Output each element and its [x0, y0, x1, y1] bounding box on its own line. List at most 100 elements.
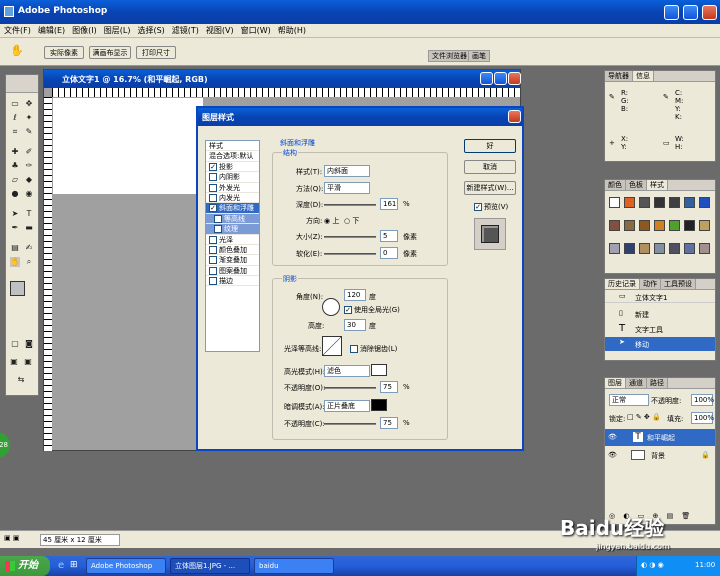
zoom-tool-icon[interactable]: ⌕: [24, 257, 34, 267]
full-screen-mode-icon[interactable]: ▣: [23, 357, 33, 367]
soften-input[interactable]: 0: [380, 247, 398, 259]
pen-tool-icon[interactable]: ✒: [10, 223, 20, 233]
blur-tool-icon[interactable]: ●: [10, 189, 20, 199]
tab-actions[interactable]: 动作: [640, 279, 661, 289]
minimize-button[interactable]: [664, 5, 679, 20]
style-item-contour[interactable]: 等高线: [206, 213, 259, 225]
eyedropper-icon[interactable]: ✍: [24, 243, 34, 253]
texture-checkbox[interactable]: [214, 225, 222, 234]
antialias-checkbox[interactable]: 消除锯齿(L): [350, 344, 397, 354]
style-item-stroke[interactable]: 描边: [206, 276, 259, 287]
angle-dial[interactable]: [322, 298, 340, 316]
style-swatch[interactable]: [609, 243, 620, 254]
ok-button[interactable]: 好: [464, 139, 516, 153]
shadow-color-swatch[interactable]: [371, 399, 387, 411]
style-swatch[interactable]: [639, 197, 650, 208]
layer-row[interactable]: 👁 T 和平崛起: [605, 429, 715, 446]
gloss-contour-preview[interactable]: [322, 336, 342, 356]
shadow-opacity-slider[interactable]: [324, 423, 376, 425]
layer-row[interactable]: 👁 背景 🔒: [605, 447, 715, 464]
task-photoshop[interactable]: Adobe Photoshop: [86, 558, 166, 574]
style-swatch[interactable]: [609, 220, 620, 231]
history-item[interactable]: 立体文字1 ▭: [605, 291, 715, 303]
shadow-opacity-input[interactable]: 75: [380, 417, 398, 429]
shape-tool-icon[interactable]: ▬: [24, 223, 34, 233]
tab-brushes[interactable]: 画笔: [468, 50, 490, 62]
crop-tool-icon[interactable]: ⌗: [10, 127, 20, 137]
color-overlay-checkbox[interactable]: [209, 245, 217, 254]
hand-tool-icon[interactable]: ✋: [10, 44, 24, 57]
notes-tool-icon[interactable]: ▤: [10, 243, 20, 253]
task-baidu[interactable]: baidu: [254, 558, 334, 574]
history-item[interactable]: ▯ 新建: [605, 307, 715, 321]
preview-checkbox[interactable]: ✓ 预览(V): [474, 202, 508, 212]
type-tool-icon[interactable]: T: [24, 209, 34, 219]
menu-image[interactable]: 图像(I): [72, 24, 97, 37]
style-swatch[interactable]: [624, 243, 635, 254]
history-item[interactable]: T 文字工具: [605, 322, 715, 336]
dodge-tool-icon[interactable]: ◉: [24, 189, 34, 199]
direction-up-radio[interactable]: ◉ 上: [324, 216, 339, 226]
tray-icons[interactable]: ◐ ◑ ◉: [641, 561, 664, 569]
layer-opacity-input[interactable]: 100%: [691, 394, 714, 406]
style-select[interactable]: 内斜面: [324, 165, 370, 177]
hand-tool-icon[interactable]: ✋: [10, 257, 20, 267]
tab-channels[interactable]: 通道: [626, 378, 647, 388]
standard-mode-icon[interactable]: ▢: [10, 339, 20, 349]
style-swatch[interactable]: [669, 220, 680, 231]
side-badge[interactable]: 28: [0, 432, 10, 458]
tab-styles[interactable]: 样式: [647, 180, 668, 190]
shadow-mode-select[interactable]: 正片叠底: [324, 400, 370, 412]
style-swatch[interactable]: [654, 197, 665, 208]
style-item-outer-glow[interactable]: 外发光: [206, 183, 259, 193]
style-swatch[interactable]: [654, 220, 665, 231]
style-item-inner-shadow[interactable]: 内阴影: [206, 172, 259, 183]
contour-checkbox[interactable]: [214, 214, 222, 223]
new-style-button[interactable]: 新建样式(W)...: [464, 181, 516, 195]
print-size-button[interactable]: 打印尺寸: [136, 46, 176, 59]
inner-glow-checkbox[interactable]: [209, 193, 217, 202]
tab-tool-presets[interactable]: 工具预设: [661, 279, 696, 289]
size-input[interactable]: 5: [380, 230, 398, 242]
style-item-drop-shadow[interactable]: ✓ 投影: [206, 162, 259, 173]
pattern-overlay-checkbox[interactable]: [209, 266, 217, 275]
style-item-bevel-emboss[interactable]: ✓ 斜面和浮雕: [206, 203, 259, 214]
tab-paths[interactable]: 路径: [647, 378, 668, 388]
history-item-active[interactable]: ➤ 移动: [605, 337, 715, 351]
highlight-color-swatch[interactable]: [371, 364, 387, 376]
menu-view[interactable]: 视图(V): [206, 24, 234, 37]
healing-brush-icon[interactable]: ✚: [10, 147, 20, 157]
gradient-overlay-checkbox[interactable]: [209, 256, 217, 265]
style-item-color-overlay[interactable]: 颜色叠加: [206, 245, 259, 256]
style-swatch[interactable]: [699, 197, 710, 208]
depth-slider[interactable]: [324, 204, 376, 206]
drop-shadow-checkbox[interactable]: ✓: [209, 162, 217, 171]
foreground-color[interactable]: [10, 281, 25, 296]
menu-layer[interactable]: 图层(L): [104, 24, 131, 37]
quicklaunch-icon[interactable]: ⊞: [70, 560, 78, 570]
lock-icons[interactable]: □ ✎ ✥ 🔒: [627, 413, 661, 421]
size-slider[interactable]: [324, 236, 376, 238]
menu-window[interactable]: 窗口(W): [241, 24, 271, 37]
menu-filter[interactable]: 滤镜(T): [172, 24, 199, 37]
close-button[interactable]: [702, 5, 717, 20]
quicklaunch-ie-icon[interactable]: e: [58, 560, 64, 571]
style-swatch[interactable]: [684, 197, 695, 208]
eye-icon[interactable]: 👁: [608, 451, 617, 459]
depth-input[interactable]: 161: [380, 198, 398, 210]
highlight-opacity-slider[interactable]: [324, 387, 376, 389]
inner-shadow-checkbox[interactable]: [209, 173, 217, 182]
imageready-icon[interactable]: ⇆: [16, 375, 26, 385]
highlight-opacity-input[interactable]: 75: [380, 381, 398, 393]
slice-tool-icon[interactable]: ✎: [24, 127, 34, 137]
tab-swatches[interactable]: 色板: [626, 180, 647, 190]
style-swatch[interactable]: [699, 243, 710, 254]
style-swatch[interactable]: [624, 197, 635, 208]
doc-minimize-button[interactable]: [480, 72, 493, 85]
start-button[interactable]: 开始: [0, 556, 50, 576]
doc-close-button[interactable]: [508, 72, 521, 85]
dialog-close-button[interactable]: [508, 110, 521, 123]
magic-wand-icon[interactable]: ✦: [24, 113, 34, 123]
style-item-satin[interactable]: 光泽: [206, 235, 259, 245]
global-light-checkbox[interactable]: ✓ 使用全局光(G): [344, 305, 400, 315]
